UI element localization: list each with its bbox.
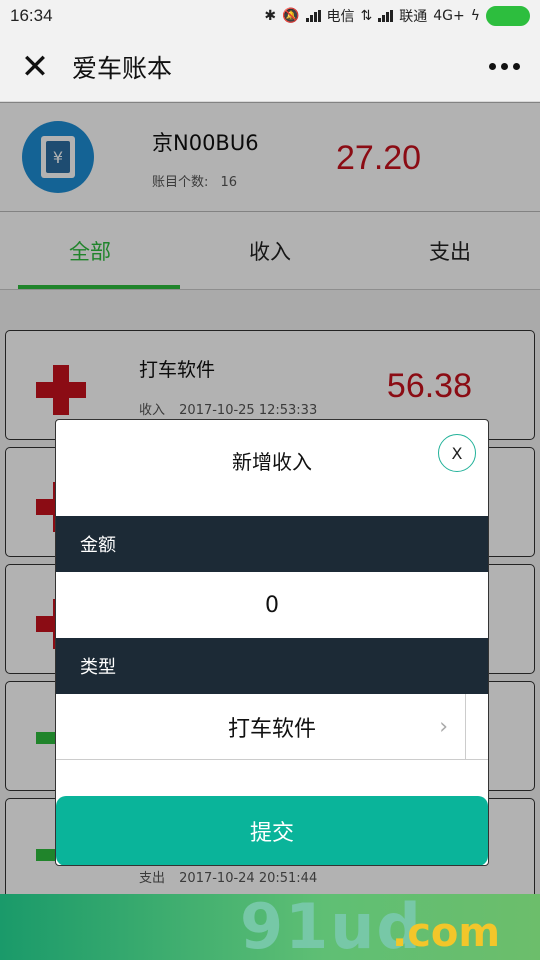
signal-icon-2 [378, 10, 394, 22]
more-menu-icon[interactable] [489, 63, 520, 70]
signal-icon [305, 10, 321, 22]
carrier-2: 联通 [399, 9, 428, 25]
data-transfer-icon: ⇅ [360, 8, 373, 24]
mute-icon: 🔕 [282, 8, 300, 24]
chevron-right-icon: › [439, 714, 448, 739]
app-header: ✕ 爱车账本 [0, 32, 540, 102]
status-time: 16:34 [10, 6, 53, 25]
amount-value: 0 [265, 592, 279, 618]
watermark-banner: 91ud .com [0, 894, 540, 960]
close-icon[interactable]: ✕ [0, 32, 70, 102]
charging-icon: ϟ [470, 8, 480, 24]
network-type: 4G+ [433, 8, 465, 24]
watermark-suffix: .com [392, 910, 501, 956]
dialog-close-button[interactable]: X [438, 434, 476, 472]
submit-button[interactable]: 提交 [56, 796, 488, 865]
type-select[interactable]: 打车软件 › [56, 694, 488, 760]
page-title: 爱车账本 [72, 53, 173, 83]
add-income-dialog: 新增收入 X 金额 0 类型 打车软件 › 提交 [55, 419, 489, 866]
bluetooth-icon: ✱ [264, 8, 277, 24]
battery-icon [486, 6, 530, 26]
status-bar: 16:34 ✱ 🔕 电信 ⇅ 联通 4G+ ϟ [0, 0, 540, 32]
divider [465, 694, 466, 759]
amount-input[interactable]: 0 [56, 572, 488, 638]
amount-label: 金额 [56, 516, 488, 572]
type-label: 类型 [56, 638, 488, 694]
status-indicators: ✱ 🔕 电信 ⇅ 联通 4G+ ϟ [264, 6, 530, 26]
dialog-title: 新增收入 [232, 450, 312, 474]
carrier-1: 电信 [326, 9, 355, 25]
type-value: 打车软件 [227, 716, 316, 742]
